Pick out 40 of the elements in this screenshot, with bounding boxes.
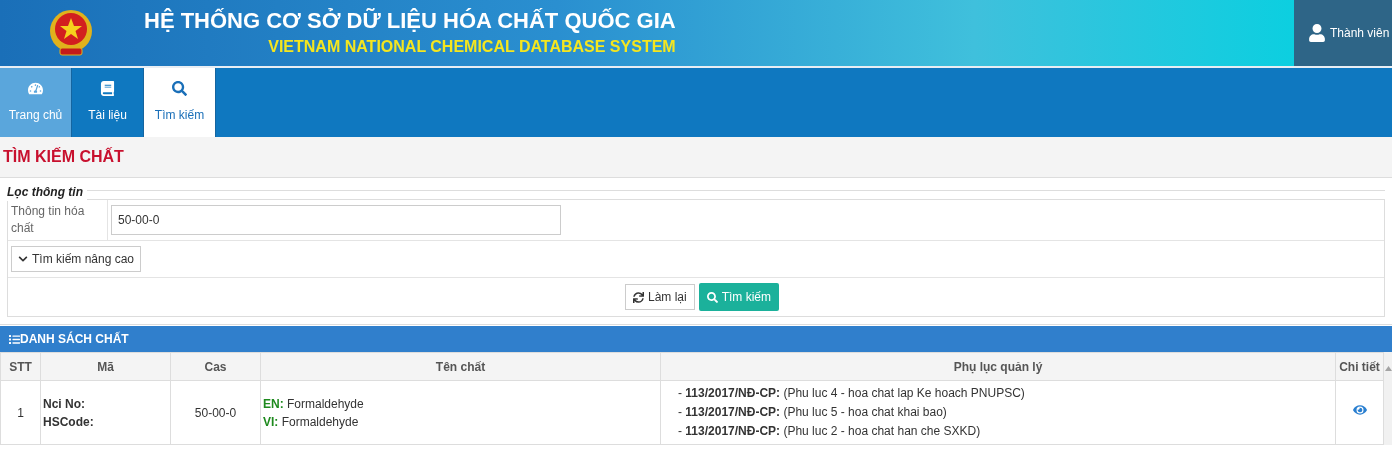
column-header: Cas (170, 352, 261, 381)
book-icon (100, 81, 115, 96)
refresh-icon (633, 291, 644, 303)
code-label: HSCode: (43, 413, 95, 431)
chemical-name: Formaldehyde (287, 396, 364, 411)
list-icon (9, 333, 20, 345)
list-title: DANH SÁCH CHẤT (20, 330, 129, 348)
emblem-icon (48, 7, 94, 59)
language-label: EN: (263, 396, 284, 411)
column-header: Tên chất (260, 352, 661, 381)
code-label: Nci No: (43, 395, 86, 413)
site-subtitle: VIETNAM NATIONAL CHEMICAL DATABASE SYSTEM (268, 37, 676, 57)
site-title: HỆ THỐNG CƠ SỞ DỮ LIỆU HÓA CHẤT QUỐC GIA (144, 7, 676, 35)
user-icon (1308, 24, 1326, 42)
annex-entry: - 113/2017/NĐ-CP: (Phu luc 2 - hoa chat han che SXKD) (678, 423, 982, 440)
scrollbar[interactable] (1384, 352, 1392, 445)
scroll-up-icon (1384, 366, 1392, 371)
table-cell: 50-00-0 (170, 380, 261, 445)
column-header: Mã (40, 352, 171, 381)
search-icon (172, 81, 187, 96)
reset-button[interactable]: Làm lại (625, 284, 695, 310)
view-details-button[interactable] (1352, 403, 1367, 417)
chemical-name: Formaldehyde (281, 414, 359, 429)
annex-entry: - 113/2017/NĐ-CP: (Phu luc 4 - hoa chat lap Ke hoach PNUPSC) (678, 385, 1026, 402)
column-header: STT (0, 352, 41, 381)
column-header: Phụ lục quản lý (660, 352, 1336, 381)
chevron-down-icon (18, 254, 28, 264)
search-icon (706, 291, 718, 303)
annex-entry: - 113/2017/NĐ-CP: (Phu luc 5 - hoa chat khai bao) (678, 404, 948, 421)
table-cell: 1 (0, 380, 41, 445)
nav-tab[interactable]: Tìm kiếm (144, 68, 216, 137)
column-header: Chi tiết (1335, 352, 1384, 381)
language-label: VI: (263, 414, 279, 429)
field-label: Thông tin hóa chất (8, 200, 108, 240)
page-title: TÌM KIẾM CHẤT (3, 146, 124, 167)
eye-icon (1352, 403, 1367, 417)
chemical-info-field[interactable]: 50-00-0 (111, 205, 561, 235)
gauge-icon (28, 81, 43, 96)
user-menu[interactable]: Thành viên (1294, 0, 1392, 66)
advanced-search-button[interactable]: Tìm kiếm nâng cao (11, 246, 142, 272)
